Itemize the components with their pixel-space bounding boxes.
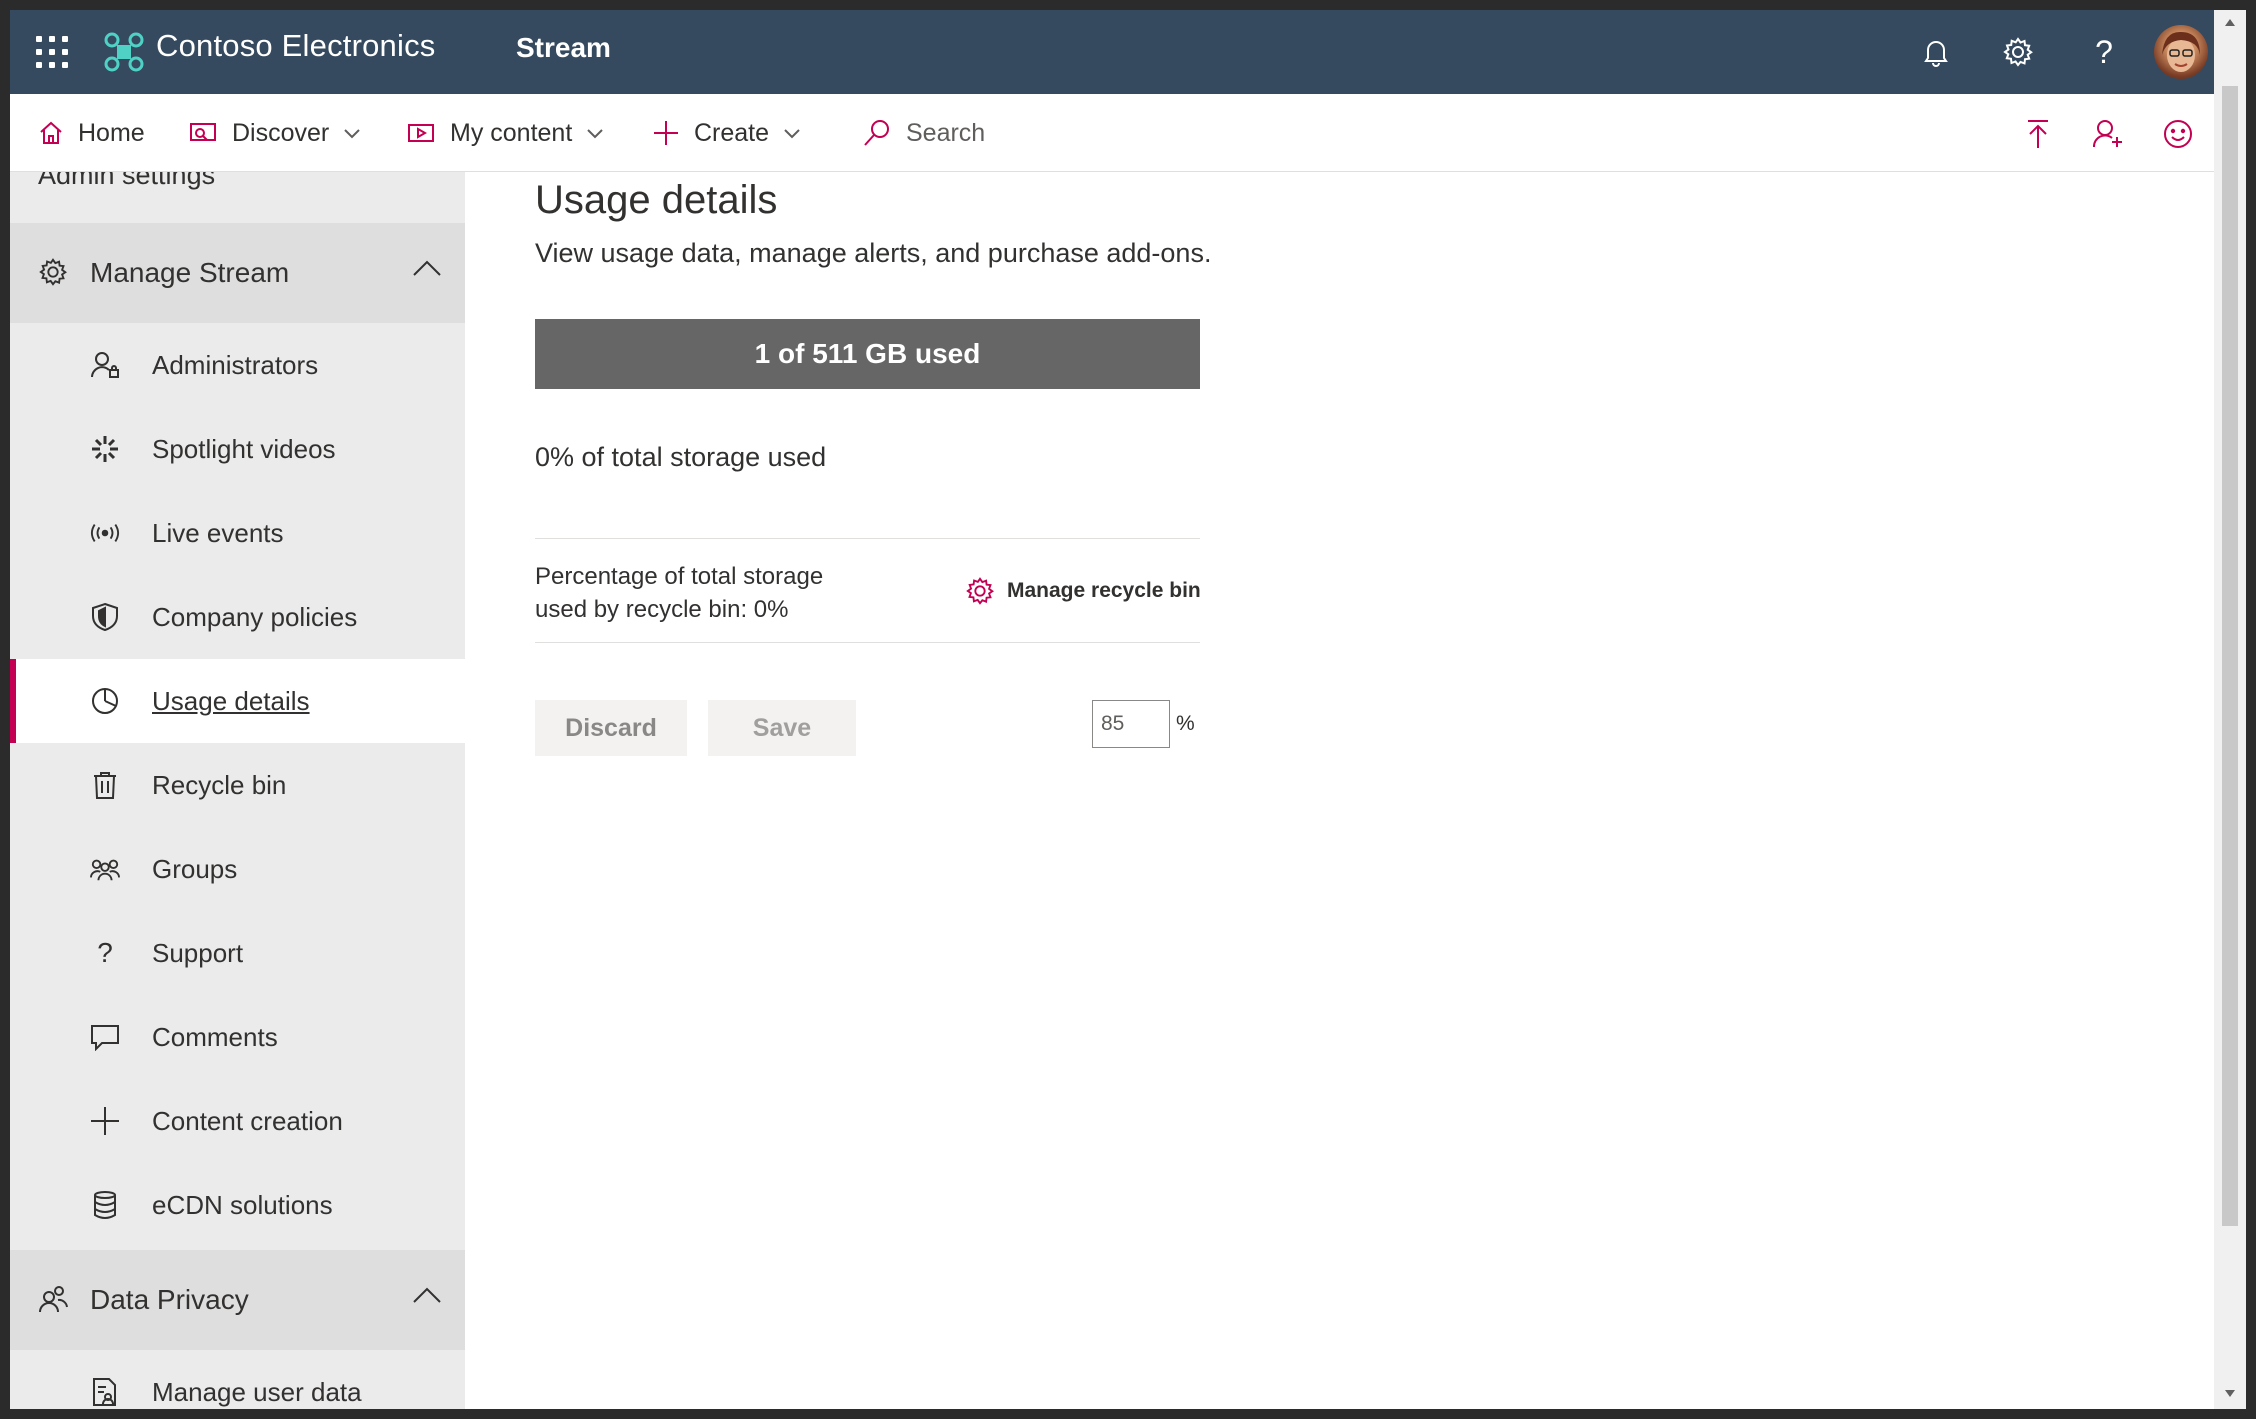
pie-chart-icon xyxy=(90,686,120,716)
alert-threshold-unit: % xyxy=(1176,712,1195,735)
nav-my-content[interactable]: My content xyxy=(406,94,604,172)
contoso-logo-icon xyxy=(104,32,144,72)
discover-icon xyxy=(190,123,216,141)
browser-viewport: Contoso Electronics Stream ? Home Discov… xyxy=(10,10,2224,1409)
app-launcher-icon[interactable] xyxy=(36,36,68,68)
nav-discover-label: Discover xyxy=(232,118,330,147)
feedback-smiley-icon[interactable] xyxy=(2158,114,2198,154)
page-subtitle: View usage data, manage alerts, and purc… xyxy=(535,238,1212,268)
nav-home-label: Home xyxy=(78,118,145,147)
nav-create[interactable]: Create xyxy=(652,94,801,172)
sidebar-item-label: Spotlight videos xyxy=(152,433,336,464)
chevron-up-icon xyxy=(413,1287,441,1303)
live-broadcast-icon xyxy=(90,518,120,548)
sidebar-item-label: Recycle bin xyxy=(152,769,287,800)
scroll-down-arrow-icon[interactable] xyxy=(2222,1386,2238,1402)
chevron-down-icon xyxy=(344,129,360,139)
plus-icon xyxy=(90,1106,120,1136)
manage-recycle-bin-label: Manage recycle bin xyxy=(1007,579,1201,602)
admin-user-icon xyxy=(90,350,120,380)
divider xyxy=(535,538,1200,539)
sidebar-item-groups[interactable]: Groups xyxy=(10,827,465,911)
sidebar-item-usage-details[interactable]: Usage details xyxy=(10,659,465,743)
sidebar-item-label: Groups xyxy=(152,853,238,884)
chevron-down-icon xyxy=(784,129,800,139)
nav-home[interactable]: Home xyxy=(38,94,145,172)
user-report-icon xyxy=(90,1377,120,1407)
sidebar-item-label: Live events xyxy=(152,517,284,548)
sidebar-item-live-events[interactable]: Live events xyxy=(10,491,465,575)
search-icon xyxy=(864,120,889,146)
sidebar-item-comments[interactable]: Comments xyxy=(10,995,465,1079)
notifications-bell-icon[interactable] xyxy=(1916,32,1956,72)
admin-sidebar: Admin settings Manage Stream Administrat… xyxy=(10,172,465,1409)
chevron-up-icon xyxy=(413,260,441,276)
section-manage-stream-label: Manage Stream xyxy=(90,257,290,288)
sidebar-item-label: Administrators xyxy=(152,349,319,380)
gear-icon xyxy=(39,258,67,286)
section-data-privacy-label: Data Privacy xyxy=(90,1284,249,1315)
scroll-up-arrow-icon[interactable] xyxy=(2222,14,2238,30)
manage-recycle-bin-button[interactable]: Manage recycle bin xyxy=(965,576,1201,606)
scroll-thumb[interactable] xyxy=(2222,86,2238,1226)
recycle-bin-usage-text: Percentage of total storage used by recy… xyxy=(535,563,824,623)
save-button[interactable]: Save xyxy=(708,700,856,756)
shield-icon xyxy=(90,602,120,632)
plus-icon xyxy=(654,121,678,145)
app-name[interactable]: Stream xyxy=(516,32,611,64)
sidebar-item-ecdn-solutions[interactable]: eCDN solutions xyxy=(10,1163,465,1247)
comment-icon xyxy=(90,1022,120,1052)
admin-settings-heading: Admin settings xyxy=(38,172,216,190)
discard-button[interactable]: Discard xyxy=(535,700,687,756)
help-question-icon[interactable]: ? xyxy=(2084,32,2124,72)
trash-icon xyxy=(90,770,120,800)
nav-search[interactable] xyxy=(862,94,1206,172)
sidebar-item-recycle-bin[interactable]: Recycle bin xyxy=(10,743,465,827)
sidebar-item-label: Support xyxy=(152,937,244,968)
section-manage-stream[interactable]: Manage Stream xyxy=(10,223,465,323)
chevron-down-icon xyxy=(587,129,603,139)
divider xyxy=(535,642,1200,643)
sidebar-item-label: Comments xyxy=(152,1021,278,1052)
groups-icon xyxy=(90,854,120,884)
database-icon xyxy=(90,1190,120,1220)
sidebar-item-manage-user-data[interactable]: Manage user data xyxy=(10,1350,465,1409)
sidebar-item-content-creation[interactable]: Content creation xyxy=(10,1079,465,1163)
settings-gear-icon[interactable] xyxy=(1998,32,2038,72)
storage-usage-bar: 1 of 511 GB used xyxy=(535,319,1200,389)
sidebar-item-company-policies[interactable]: Company policies xyxy=(10,575,465,659)
brand-name[interactable]: Contoso Electronics xyxy=(156,28,436,64)
page-title: Usage details xyxy=(535,178,778,222)
home-icon xyxy=(40,121,62,144)
sidebar-item-label: Manage user data xyxy=(152,1376,362,1407)
stream-nav-bar: Home Discover My content Create xyxy=(10,94,2224,172)
nav-discover[interactable]: Discover xyxy=(188,94,361,172)
sidebar-item-support[interactable]: ? Support xyxy=(10,911,465,995)
people-icon xyxy=(39,1286,68,1313)
sidebar-item-label: Usage details xyxy=(152,685,310,716)
user-avatar[interactable] xyxy=(2154,25,2208,79)
my-content-icon xyxy=(408,124,434,142)
storage-usage-label: 1 of 511 GB used xyxy=(754,338,981,369)
sidebar-item-administrators[interactable]: Administrators xyxy=(10,323,465,407)
alert-threshold-input[interactable] xyxy=(1092,700,1170,748)
sidebar-item-label: Company policies xyxy=(152,601,358,632)
sidebar-item-label: Content creation xyxy=(152,1105,343,1136)
spotlight-icon xyxy=(90,434,120,464)
upload-icon[interactable] xyxy=(2018,114,2058,154)
gear-icon xyxy=(966,577,994,605)
storage-percent-text: 0% of total storage used xyxy=(535,442,827,472)
add-user-icon[interactable] xyxy=(2088,114,2128,154)
page-scrollbar[interactable] xyxy=(2214,10,2246,1409)
sidebar-item-spotlight-videos[interactable]: Spotlight videos xyxy=(10,407,465,491)
suite-header: Contoso Electronics Stream ? xyxy=(10,10,2224,94)
nav-my-content-label: My content xyxy=(450,118,573,147)
section-data-privacy[interactable]: Data Privacy xyxy=(10,1250,465,1350)
nav-create-label: Create xyxy=(694,118,770,147)
usage-details-panel: Usage details View usage data, manage al… xyxy=(465,172,2224,1409)
question-icon: ? xyxy=(97,937,113,968)
search-input[interactable] xyxy=(906,118,1206,148)
sidebar-item-label: eCDN solutions xyxy=(152,1189,333,1220)
